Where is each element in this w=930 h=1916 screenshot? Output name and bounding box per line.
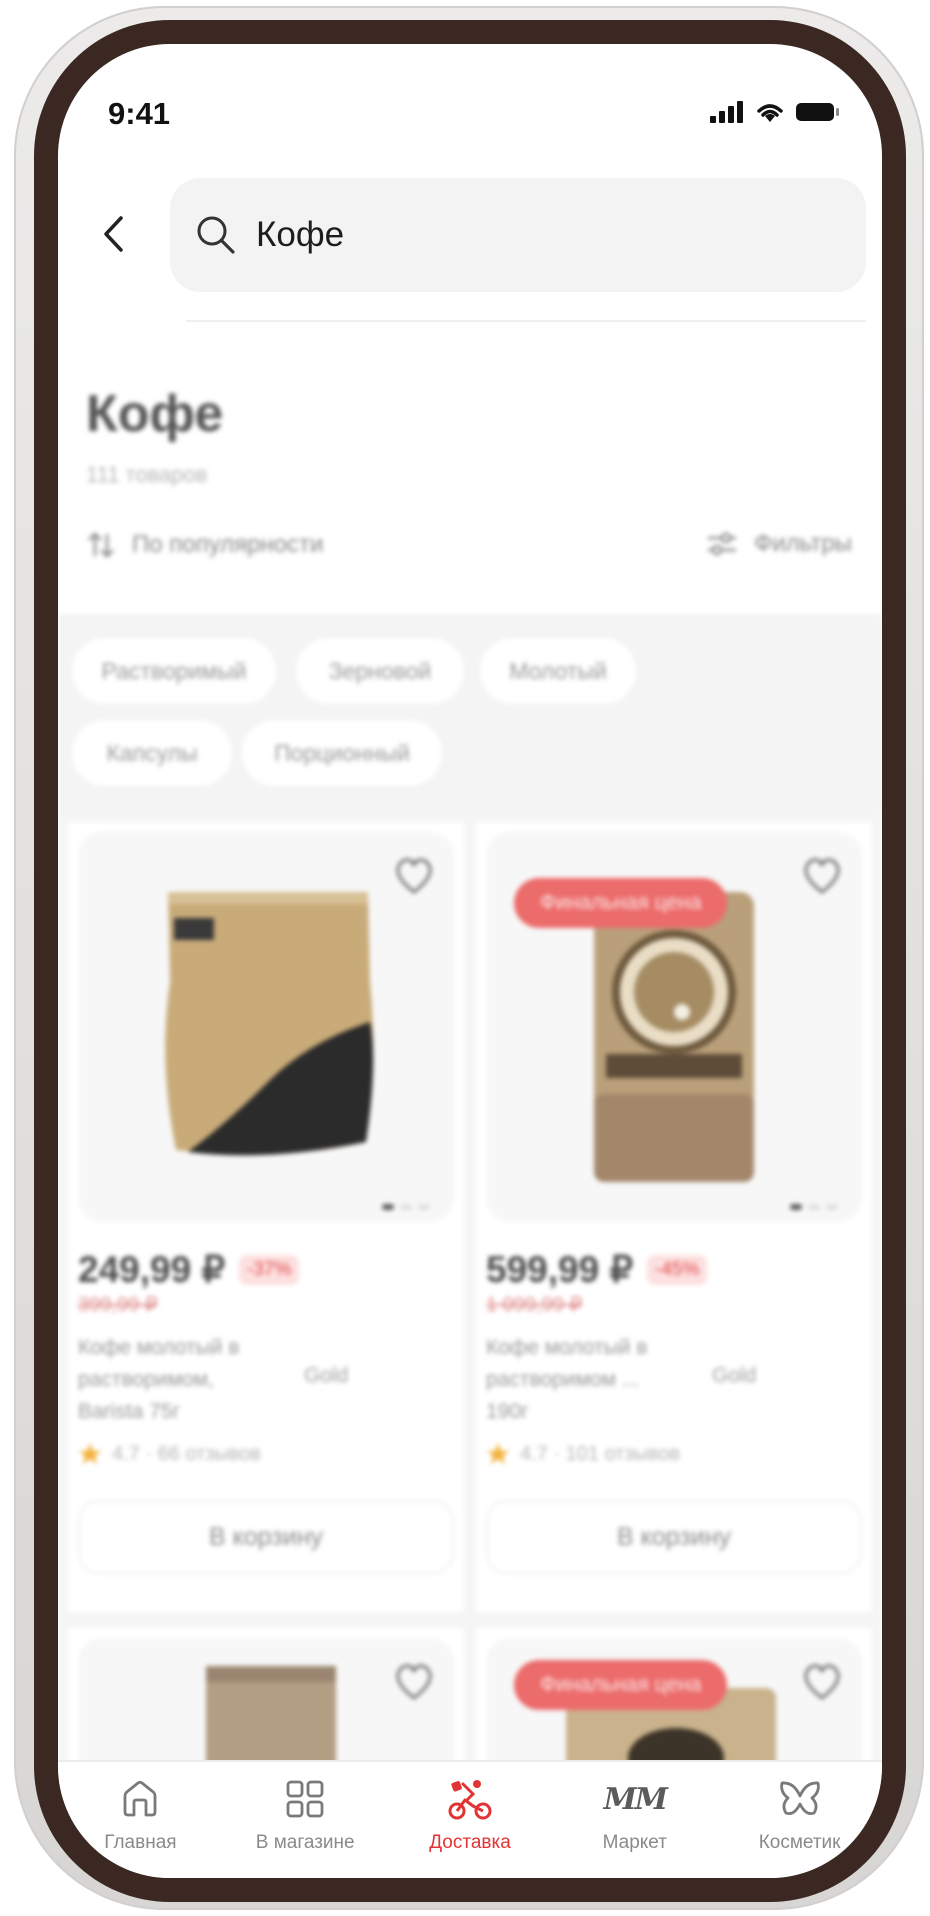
final-price-badge: Финальная цена xyxy=(514,1660,728,1710)
rating: 4.7 · 101 отзывов xyxy=(486,1442,680,1466)
wifi-icon xyxy=(757,104,783,122)
status-icons xyxy=(710,100,840,124)
product-grid: 249,99 ₽ -37% 399,99 ₽ Кофе молотый в ра… xyxy=(58,814,882,1848)
star-icon xyxy=(487,1443,509,1464)
chip-capsules[interactable]: Капсулы xyxy=(72,720,232,786)
product-card[interactable]: Финальная цена 599,99 ₽ -45% 1 099,99 ₽ … xyxy=(476,822,872,1612)
phone-screen: 9:41 Кофе Кофе 111 товаров По популярнос… xyxy=(58,44,882,1878)
tab-cosmetics[interactable]: Косметик xyxy=(717,1762,882,1878)
image-pager xyxy=(790,1204,838,1210)
butterfly-icon xyxy=(777,1776,823,1822)
goods-count: 111 товаров xyxy=(86,462,208,487)
tab-label: В магазине xyxy=(255,1832,355,1853)
mm-logo-text: MM xyxy=(603,1781,668,1817)
mm-logo: MM xyxy=(604,1776,668,1822)
back-button[interactable] xyxy=(88,194,138,274)
grid-icon xyxy=(282,1776,328,1822)
search-query: Кофе xyxy=(256,215,345,254)
product-brand: Gold xyxy=(304,1364,349,1387)
chevron-left-icon xyxy=(104,216,123,252)
filter-icon xyxy=(708,532,737,556)
price: 599,99 ₽ xyxy=(486,1249,633,1290)
tab-label: Маркет xyxy=(602,1832,667,1853)
product-name: Кофе молотый в растворимом, Barista 75г xyxy=(78,1336,240,1423)
status-time: 9:41 xyxy=(108,96,171,131)
tab-market[interactable]: MM Маркет xyxy=(552,1762,717,1878)
page-title: Кофе xyxy=(86,385,224,443)
product-card[interactable]: 249,99 ₽ -37% 399,99 ₽ Кофе молотый в ра… xyxy=(68,822,464,1612)
filters-label: Фильтры xyxy=(754,530,852,557)
add-to-cart-button[interactable]: В корзину xyxy=(486,1500,862,1574)
favorite-icon[interactable] xyxy=(392,854,436,898)
image-pager xyxy=(382,1204,430,1210)
chip-ground[interactable]: Молотый xyxy=(480,638,636,704)
price: 249,99 ₽ xyxy=(78,1249,225,1290)
add-to-cart-button[interactable]: В корзину xyxy=(78,1500,454,1574)
price-row: 249,99 ₽ -37% xyxy=(78,1248,300,1291)
rating-text: 4.7 · 101 отзывов xyxy=(520,1442,681,1465)
price-row: 599,99 ₽ -45% xyxy=(486,1248,708,1291)
chip-instant[interactable]: Растворимый xyxy=(72,638,276,704)
product-brand: Gold xyxy=(712,1364,757,1387)
final-price-badge: Финальная цена xyxy=(514,878,728,928)
search-icon xyxy=(197,216,235,254)
discount-badge: -37% xyxy=(239,1254,300,1285)
signal-icon xyxy=(710,101,743,123)
filters-button[interactable]: Фильтры xyxy=(706,530,852,558)
blurred-results: Кофе 111 товаров По популярности Фильтры… xyxy=(58,324,882,1848)
favorite-icon[interactable] xyxy=(800,854,844,898)
tab-label: Главная xyxy=(104,1832,177,1853)
favorite-icon[interactable] xyxy=(800,1660,844,1704)
bottom-tab-bar: Главная В магазине Доставка MM Маркет Ко… xyxy=(58,1760,882,1878)
tab-in-store[interactable]: В магазине xyxy=(223,1762,388,1878)
tab-label: Доставка xyxy=(429,1832,511,1853)
chip-portion[interactable]: Порционный xyxy=(242,720,442,786)
old-price: 399,99 ₽ xyxy=(78,1294,158,1316)
tab-home[interactable]: Главная xyxy=(58,1762,223,1878)
search-input[interactable]: Кофе xyxy=(170,178,866,292)
product-image xyxy=(78,832,454,1222)
rating-text: 4.7 · 66 отзывов xyxy=(112,1442,261,1465)
star-icon xyxy=(79,1443,101,1464)
header-divider xyxy=(186,320,866,322)
delivery-icon xyxy=(447,1776,493,1822)
tab-label: Косметик xyxy=(758,1832,841,1853)
chip-beans[interactable]: Зерновой xyxy=(296,638,464,704)
sort-button[interactable]: По популярности xyxy=(86,530,323,560)
tab-delivery[interactable]: Доставка xyxy=(388,1762,553,1878)
rating: 4.7 · 66 отзывов xyxy=(78,1442,261,1466)
favorite-icon[interactable] xyxy=(392,1660,436,1704)
product-name: Кофе молотый в растворимом ... 190г xyxy=(486,1336,648,1423)
sort-label: По популярности xyxy=(132,531,324,558)
old-price: 1 099,99 ₽ xyxy=(486,1294,583,1316)
sort-icon xyxy=(88,532,114,558)
product-image: Финальная цена xyxy=(486,832,862,1222)
discount-badge: -45% xyxy=(647,1254,708,1285)
home-icon xyxy=(117,1776,163,1822)
battery-icon xyxy=(796,103,839,121)
category-chips: Растворимый Зерновой Молотый Капсулы Пор… xyxy=(58,614,882,814)
